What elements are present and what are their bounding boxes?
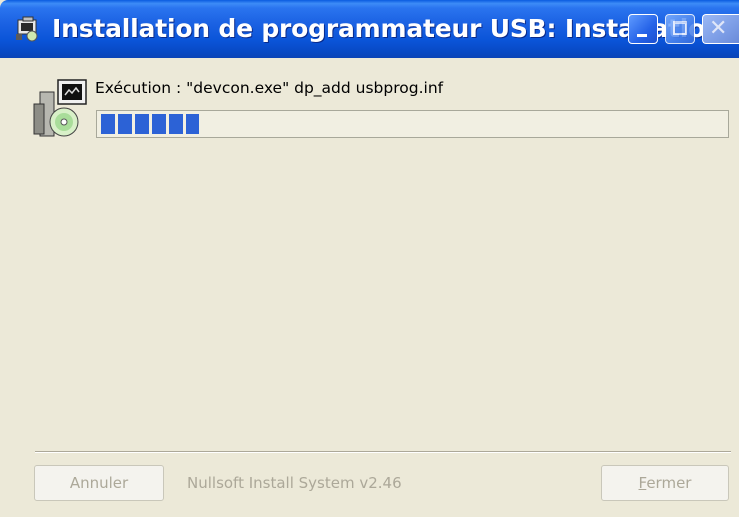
close-icon: ✕ bbox=[709, 16, 728, 41]
maximize-icon bbox=[673, 21, 687, 35]
maximize-button bbox=[665, 14, 695, 44]
footer-divider bbox=[35, 451, 731, 453]
minimize-icon bbox=[637, 34, 647, 37]
status-text: Exécution : "devcon.exe" dp_add usbprog.… bbox=[95, 79, 444, 97]
title-bar[interactable]: Installation de programmateur USB: Insta… bbox=[0, 0, 739, 58]
minimize-button[interactable] bbox=[628, 14, 658, 44]
progress-fill bbox=[101, 114, 199, 134]
close-button[interactable]: Fermer bbox=[601, 465, 729, 501]
close-button-label-rest: ermer bbox=[646, 474, 692, 492]
installer-cd-icon bbox=[33, 79, 87, 137]
close-window-button: ✕ bbox=[702, 14, 739, 44]
cancel-button[interactable]: Annuler bbox=[34, 465, 164, 501]
branding-text: Nullsoft Install System v2.46 bbox=[187, 474, 402, 492]
progress-bar bbox=[96, 110, 729, 138]
installer-app-icon bbox=[16, 16, 38, 42]
installer-window: Installation de programmateur USB: Insta… bbox=[0, 0, 739, 517]
